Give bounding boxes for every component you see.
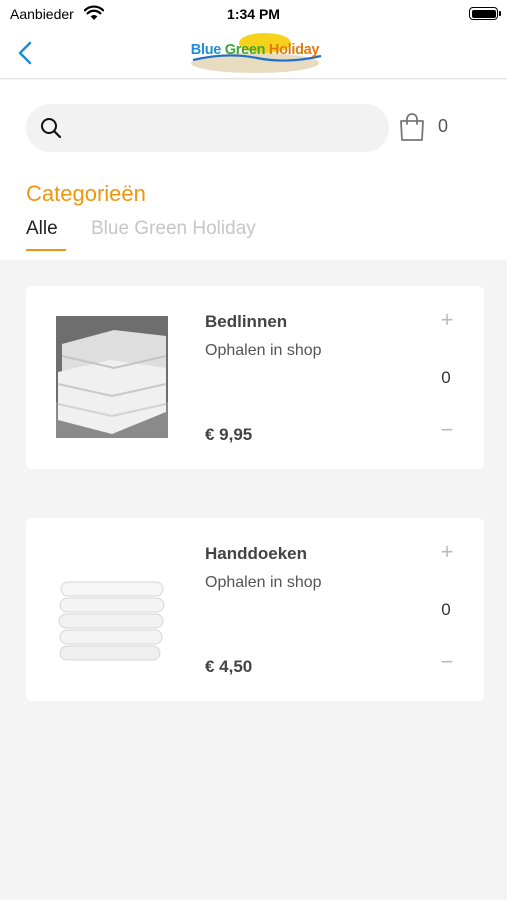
back-button[interactable] (14, 40, 38, 66)
product-price: € 9,95 (205, 425, 253, 444)
nav-bar: Blue Green Holiday (0, 28, 507, 79)
cart-button[interactable]: 0 (398, 112, 458, 144)
brand-logo: Blue Green Holiday (187, 30, 323, 74)
search-input[interactable] (72, 104, 372, 152)
product-image-handdoeken (56, 548, 168, 670)
status-bar: Aanbieder 1:34 PM (0, 0, 507, 28)
product-card[interactable]: Bedlinnen Ophalen in shop + 0 − € 9,95 (26, 286, 484, 469)
product-price: € 4,50 (205, 657, 253, 676)
search-icon (41, 118, 62, 139)
product-quantity: 0 (441, 600, 451, 619)
search-bar[interactable] (26, 104, 389, 152)
content-header: 0 Categorieën Alle Blue Green Holiday (0, 80, 507, 260)
tab-blue-green-holiday[interactable]: Blue Green Holiday (91, 218, 256, 240)
logo-text: Blue Green Holiday (190, 42, 320, 58)
increase-quantity-button[interactable]: + (435, 538, 459, 566)
product-name: Handdoeken (205, 544, 308, 563)
tab-alle[interactable]: Alle (26, 218, 58, 240)
battery-icon (469, 7, 501, 20)
decrease-quantity-button[interactable]: − (435, 648, 459, 676)
increase-quantity-button[interactable]: + (435, 306, 459, 334)
cart-count: 0 (438, 116, 449, 136)
product-delivery: Ophalen in shop (205, 574, 322, 591)
decrease-quantity-button[interactable]: − (435, 416, 459, 444)
product-quantity: 0 (441, 368, 451, 387)
product-name: Bedlinnen (205, 312, 288, 331)
product-card[interactable]: Handdoeken Ophalen in shop + 0 − € 4,50 (26, 518, 484, 701)
product-image-bedlinnen (56, 316, 168, 438)
status-time: 1:34 PM (227, 6, 280, 22)
chevron-left-icon (18, 41, 32, 65)
shopping-bag-icon (400, 113, 424, 141)
product-delivery: Ophalen in shop (205, 342, 322, 359)
active-tab-indicator (26, 249, 66, 251)
categories-title: Categorieën (26, 181, 146, 206)
